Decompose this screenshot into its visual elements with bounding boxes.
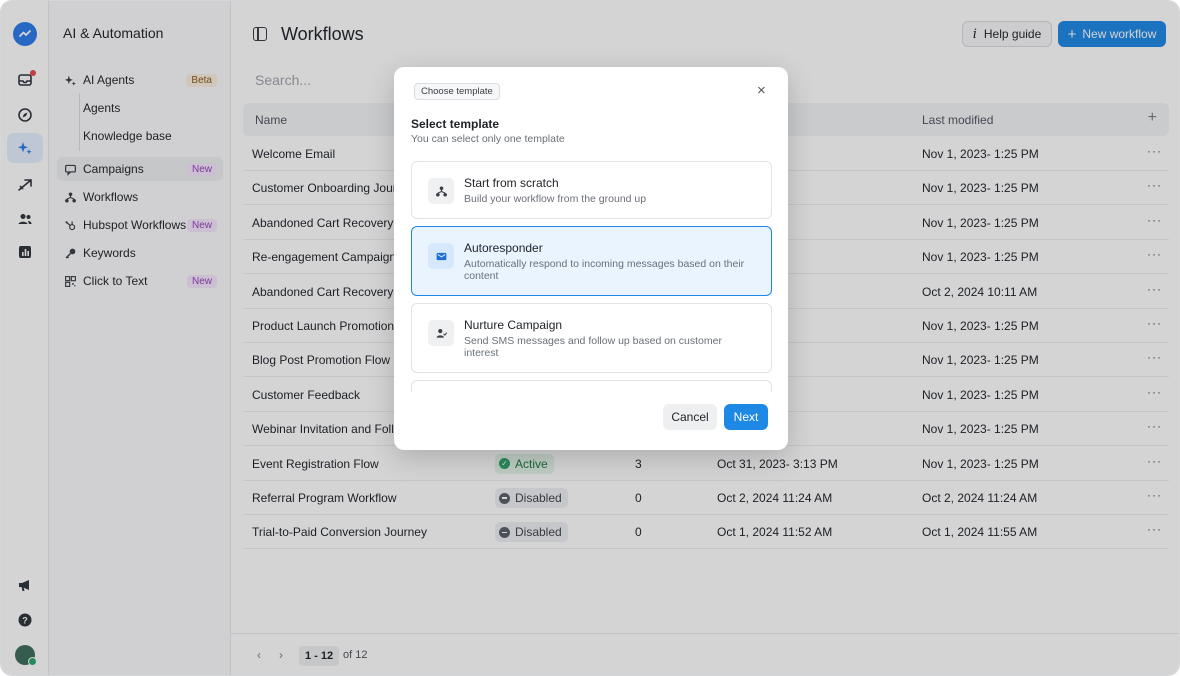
modal-title: Select template: [411, 117, 500, 131]
template-description: Build your workflow from the ground up: [464, 193, 647, 205]
template-modal: Choose template × Select template You ca…: [394, 67, 788, 450]
mail-icon: [428, 243, 454, 269]
template-list: Start from scratch Build your workflow f…: [411, 161, 772, 392]
template-card-partial[interactable]: [411, 380, 772, 392]
modal-chip: Choose template: [414, 83, 500, 100]
template-description: Automatically respond to incoming messag…: [464, 258, 745, 282]
app-window: ? AI & Automation AI Agents Beta Agents …: [0, 0, 1180, 676]
close-icon[interactable]: ×: [757, 83, 766, 98]
template-card-nurture-campaign[interactable]: Nurture Campaign Send SMS messages and f…: [411, 303, 772, 373]
cancel-button[interactable]: Cancel: [663, 404, 717, 430]
modal-subtitle: You can select only one template: [411, 133, 565, 145]
template-card-start-from-scratch[interactable]: Start from scratch Build your workflow f…: [411, 161, 772, 219]
template-title: Start from scratch: [464, 176, 559, 190]
template-title: Nurture Campaign: [464, 318, 563, 332]
next-button[interactable]: Next: [724, 404, 768, 430]
template-title: Autoresponder: [464, 241, 543, 255]
user-check-icon: [428, 320, 454, 346]
workflow-icon: [428, 178, 454, 204]
template-card-autoresponder[interactable]: Autoresponder Automatically respond to i…: [411, 226, 772, 296]
template-description: Send SMS messages and follow up based on…: [464, 335, 722, 359]
